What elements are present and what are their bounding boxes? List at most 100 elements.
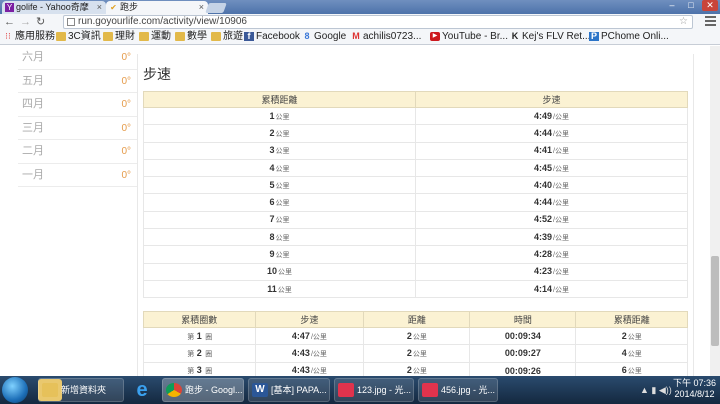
month-item[interactable]: 五月 0°: [18, 70, 137, 93]
minimize-icon[interactable]: –: [664, 0, 680, 11]
cumulative-distance-cell: 7公里: [143, 210, 416, 230]
table-row: 2公里 4:44/公里: [143, 124, 688, 143]
taskbar-item-photo-123[interactable]: 123.jpg - 光...: [334, 378, 414, 402]
lap-suffix: 圈: [205, 350, 213, 358]
taskbar-label: 跑步 - Googl...: [185, 385, 243, 395]
taskbar-item-word[interactable]: W [基本] PAPA...: [248, 378, 330, 402]
unit-label: 公里: [627, 350, 642, 358]
tab-golife-yahoo[interactable]: Y golife - Yahoo奇摩 ×: [2, 1, 106, 14]
unit-label: 公里: [275, 200, 290, 208]
bookmark-math[interactable]: 數學: [175, 30, 207, 44]
bookmark-kej[interactable]: K Kej's FLV Ret...: [510, 30, 591, 44]
page-content: 六月 0° 五月 0° 四月 0° 三月 0° 二月 0° 一月 0° 步速 累積距離 步速…: [0, 46, 710, 376]
month-value: 0°: [121, 146, 131, 157]
bookmark-star-icon[interactable]: ☆: [679, 16, 688, 28]
bookmark-finance[interactable]: 理財: [103, 30, 135, 44]
bookmark-label: Google: [314, 31, 347, 42]
km-value: 1: [269, 110, 275, 121]
bookmark-gmail[interactable]: Machilis0723...: [351, 30, 421, 44]
photo-icon: [338, 383, 354, 397]
new-tab-button[interactable]: [205, 3, 227, 13]
distance-value: 2: [406, 365, 412, 376]
bookmark-label: Kej's FLV Ret...: [522, 31, 591, 42]
bookmark-youtube[interactable]: ▶ YouTube - Br...: [430, 30, 508, 44]
unit-label: 公里: [412, 333, 427, 341]
checkmark-icon: ✔: [110, 3, 117, 12]
chrome-icon: [166, 383, 182, 397]
pace-value: 4:45: [534, 162, 553, 173]
address-bar[interactable]: run.goyourlife.com/activity/view/10906 ☆: [63, 15, 693, 29]
bookmark-3c[interactable]: 3C資訊: [56, 30, 101, 44]
tray-icons[interactable]: ▲ ▮ ◀)): [640, 385, 672, 396]
bookmark-label: 3C資訊: [68, 31, 101, 42]
clock[interactable]: 下午 07:36 2014/8/12: [673, 378, 716, 400]
unit-label: 公里: [275, 130, 290, 138]
vertical-scrollbar[interactable]: [710, 46, 720, 376]
unit-label: /公里: [553, 252, 569, 260]
menu-icon[interactable]: [705, 16, 716, 28]
back-icon[interactable]: ←: [4, 16, 15, 28]
start-button[interactable]: [2, 377, 28, 403]
k-icon: K: [511, 31, 519, 41]
close-icon[interactable]: ×: [199, 1, 204, 14]
lap-table: 累積圈數 步速 距離 時間 累積距離 第 1 圈 4:47/公里 2公里 00:09:…: [143, 311, 688, 376]
maximize-icon[interactable]: □: [683, 0, 699, 11]
gmail-icon: M: [352, 31, 360, 41]
cumulative-value: 4: [621, 347, 627, 358]
unit-label: /公里: [553, 200, 569, 208]
pace-value: 4:44: [534, 197, 553, 208]
lap-number: 3: [196, 365, 202, 376]
forward-icon[interactable]: →: [20, 16, 31, 28]
unit-label: /公里: [553, 286, 569, 294]
close-window-icon[interactable]: ✕: [702, 0, 718, 11]
month-item[interactable]: 二月 0°: [18, 140, 137, 164]
bookmark-apps[interactable]: ⁝⁝ 應用服務: [3, 30, 55, 44]
pace-value: 4:43: [291, 347, 310, 358]
close-icon[interactable]: ×: [97, 1, 102, 14]
pace-cell: 4:44/公里: [415, 193, 688, 212]
table-row: 5公里 4:40/公里: [143, 176, 688, 195]
km-value: 5: [269, 179, 275, 190]
month-item[interactable]: 三月 0°: [18, 117, 137, 140]
distance-cell: 2公里: [363, 361, 471, 376]
bookmark-travel[interactable]: 旅遊: [211, 30, 243, 44]
table-row: 6公里 4:44/公里: [143, 193, 688, 212]
table-row: 11公里 4:14/公里: [143, 279, 688, 299]
clock-time: 下午 07:36: [672, 378, 716, 388]
month-item[interactable]: 六月 0°: [18, 46, 137, 70]
tab-title: golife - Yahoo奇摩: [16, 2, 89, 12]
tab-running[interactable]: ✔ 跑步 ×: [106, 1, 208, 14]
pace-value: 4:49: [534, 110, 553, 121]
table-row: 3公里 4:41/公里: [143, 141, 688, 160]
taskbar-item-folder[interactable]: 新增資料夾: [38, 378, 124, 402]
km-value: 11: [267, 283, 277, 294]
distance-value: 2: [406, 330, 412, 341]
cumulative-distance-cell: 2公里: [575, 326, 688, 346]
pace-cell: 4:43/公里: [254, 344, 365, 363]
ie-icon[interactable]: e: [130, 380, 154, 402]
section-title: 步速: [143, 66, 171, 82]
km-value: 8: [269, 231, 275, 242]
unit-label: /公里: [553, 217, 569, 225]
cumulative-distance-cell: 9公里: [143, 245, 416, 264]
taskbar-item-photo-456[interactable]: 456.jpg - 光...: [418, 378, 498, 402]
km-value: 9: [269, 249, 275, 260]
cumulative-distance-cell: 8公里: [143, 228, 416, 247]
reload-icon[interactable]: ↻: [36, 16, 45, 28]
youtube-icon: ▶: [430, 32, 440, 41]
bookmark-facebook[interactable]: f Facebook: [244, 30, 300, 44]
bookmark-sports[interactable]: 運動: [139, 30, 171, 44]
cumulative-value: 2: [621, 330, 627, 341]
month-item[interactable]: 四月 0°: [18, 93, 137, 117]
unit-label: /公里: [553, 165, 569, 173]
scrollbar-thumb[interactable]: [711, 256, 719, 346]
taskbar-item-chrome[interactable]: 跑步 - Googl...: [162, 378, 244, 402]
taskbar-label: 456.jpg - 光...: [441, 385, 496, 395]
bookmark-pchome[interactable]: P PChome Onli...: [589, 30, 669, 44]
tab-strip: Y golife - Yahoo奇摩 × ✔ 跑步 × – □ ✕: [0, 0, 720, 14]
pace-value: 4:52: [534, 214, 553, 225]
month-item[interactable]: 一月 0°: [18, 164, 137, 187]
unit-label: /公里: [553, 148, 569, 156]
bookmark-google[interactable]: 8 Google: [302, 30, 346, 44]
pace-cell: 4:23/公里: [415, 262, 688, 281]
